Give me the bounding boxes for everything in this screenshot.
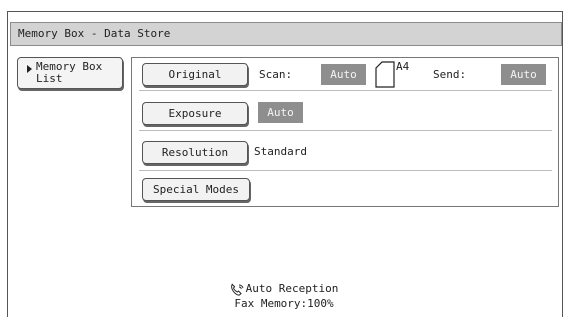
settings-panel: Original Scan: Auto A4 Send: Auto Exposu… <box>131 57 559 207</box>
send-label: Send: <box>433 68 467 81</box>
phone-icon <box>230 282 244 296</box>
title-text: Memory Box - Data Store <box>18 27 171 40</box>
reception-status: Auto Reception <box>0 282 568 296</box>
title-bar: Memory Box - Data Store <box>10 22 562 46</box>
scan-value-chip: Auto <box>321 64 366 85</box>
scan-label: Scan: <box>259 68 293 81</box>
memory-box-list-button[interactable]: Memory Box List <box>17 57 123 89</box>
special-modes-button[interactable]: Special Modes <box>142 178 250 201</box>
fax-memory-status: Fax Memory:100% <box>0 297 568 310</box>
original-button[interactable]: Original <box>142 63 248 86</box>
resolution-value: Standard <box>254 145 307 158</box>
original-row: Original Scan: Auto A4 Send: Auto <box>139 58 552 91</box>
portrait-document-icon <box>375 61 395 88</box>
send-value-chip: Auto <box>501 64 546 85</box>
exposure-button[interactable]: Exposure <box>142 102 248 125</box>
memory-box-list-label: Memory Box List <box>36 60 103 85</box>
exposure-value-chip: Auto <box>258 102 303 123</box>
special-modes-row: Special Modes <box>139 171 552 204</box>
exposure-row: Exposure Auto <box>139 98 552 131</box>
right-arrow-icon <box>27 65 32 73</box>
resolution-row: Resolution Standard <box>139 138 552 171</box>
auto-reception-text: Auto Reception <box>245 282 339 295</box>
resolution-button[interactable]: Resolution <box>142 141 248 164</box>
fax-memory-text: Fax Memory:100% <box>234 297 334 310</box>
paper-size-label: A4 <box>396 60 410 73</box>
